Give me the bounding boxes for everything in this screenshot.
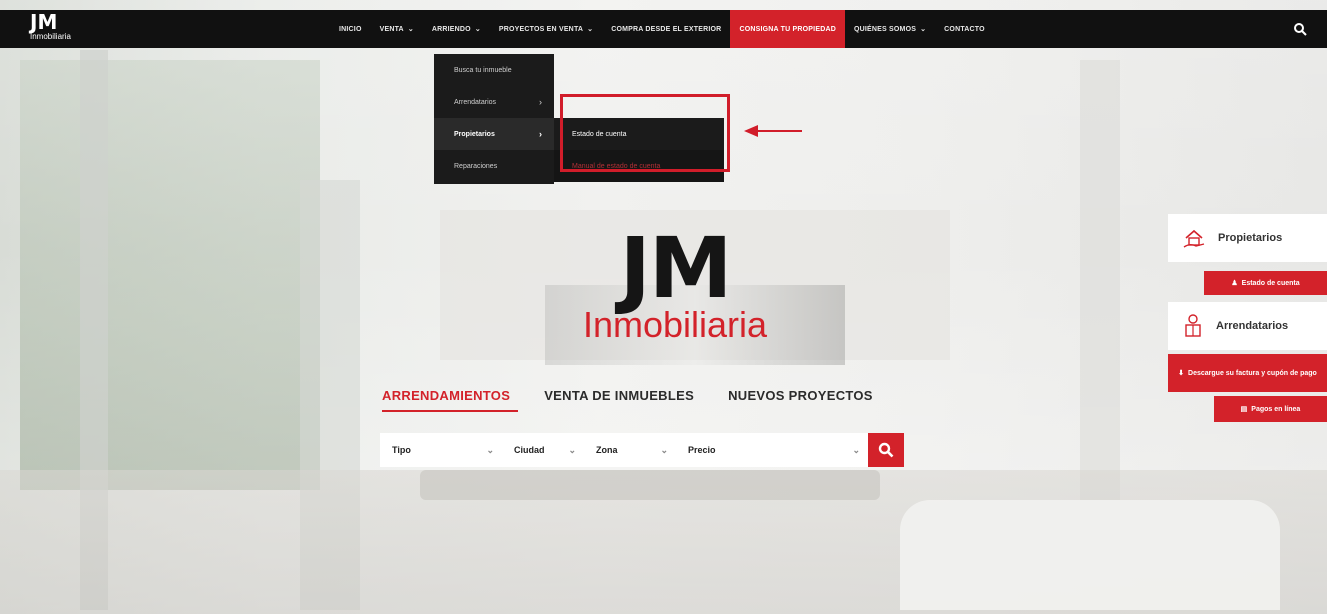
arriendo-dropdown-menu: Busca tu inmueble Arrendatarios › Propiet… — [434, 54, 554, 184]
descargue-factura-button[interactable]: ⬇ Descargue su factura y cupón de pago — [1168, 354, 1327, 392]
dropdown-item-label: Propietarios — [454, 130, 495, 138]
select-label: Tipo — [392, 445, 411, 455]
download-icon: ⬇ — [1178, 369, 1185, 377]
active-tab-underline — [382, 410, 518, 412]
nav-item-venta[interactable]: VENTA ⌄ — [371, 10, 423, 48]
annotation-highlight-box — [560, 94, 730, 172]
top-navbar: JM Inmobiliaria INICIO VENTA ⌄ ARRIENDO ⌄ … — [0, 10, 1327, 48]
arrendatarios-card: Arrendatarios — [1168, 302, 1327, 350]
dropdown-item-arrendatarios[interactable]: Arrendatarios › — [434, 86, 554, 118]
chevron-down-icon: ⌄ — [587, 26, 594, 33]
logo-mark: JM — [30, 10, 58, 34]
dropdown-item-reparaciones[interactable]: Reparaciones — [434, 150, 554, 182]
site-logo[interactable]: JM Inmobiliaria — [30, 12, 90, 46]
quick-access-panel: Propietarios ♟ Estado de cuenta Arrendat… — [1168, 214, 1327, 422]
tab-venta-de-inmuebles[interactable]: VENTA DE INMUEBLES — [544, 388, 694, 403]
dropdown-item-label: Busca tu inmueble — [454, 66, 512, 74]
select-label: Zona — [596, 445, 618, 455]
chevron-down-icon: ⌄ — [486, 444, 494, 455]
chevron-down-icon: ⌄ — [920, 26, 927, 33]
dropdown-item-label: Reparaciones — [454, 162, 498, 170]
nav-item-consigna-tu-propiedad[interactable]: CONSIGNA TU PROPIEDAD — [730, 10, 845, 48]
property-search-bar: Tipo ⌄ Ciudad ⌄ Zona ⌄ Precio ⌄ — [380, 433, 868, 467]
dropdown-item-propietarios[interactable]: Propietarios › — [434, 118, 554, 150]
nav-item-arriendo[interactable]: ARRIENDO ⌄ — [423, 10, 490, 48]
nav-item-label: QUIÉNES SOMOS — [853, 25, 917, 33]
annotation-arrow-icon — [744, 125, 802, 137]
owner-house-icon — [1183, 229, 1205, 248]
hero-column — [1080, 60, 1120, 500]
nav-item-label: VENTA — [379, 25, 404, 33]
search-submit-button[interactable] — [868, 433, 904, 467]
card-icon: ▤ — [1240, 405, 1248, 413]
button-label: Descargue su factura y cupón de pago — [1188, 369, 1317, 377]
hero-sofa — [900, 500, 1280, 610]
estado-de-cuenta-button[interactable]: ♟ Estado de cuenta — [1204, 271, 1327, 295]
nav-item-compra-desde-el-exterior[interactable]: COMPRA DESDE EL EXTERIOR — [602, 10, 730, 48]
chevron-right-icon: › — [539, 97, 542, 107]
nav-item-label: COMPRA DESDE EL EXTERIOR — [611, 25, 722, 33]
chevron-right-icon: › — [539, 129, 542, 139]
hero-logo-mark: JM — [619, 219, 733, 317]
nav-item-quienes-somos[interactable]: QUIÉNES SOMOS ⌄ — [845, 10, 935, 48]
nav-item-inicio[interactable]: INICIO — [330, 10, 371, 48]
precio-select[interactable]: Precio ⌄ — [676, 433, 868, 467]
chevron-down-icon: ⌄ — [660, 444, 668, 455]
nav-item-proyectos-en-venta[interactable]: PROYECTOS EN VENTA ⌄ — [490, 10, 602, 48]
chevron-down-icon: ⌄ — [407, 26, 414, 33]
main-nav: INICIO VENTA ⌄ ARRIENDO ⌄ PROYECTOS EN VEN… — [330, 10, 994, 48]
logo-subtitle: Inmobiliaria — [30, 32, 71, 41]
tab-arrendamientos[interactable]: ARRENDAMIENTOS — [382, 388, 510, 403]
nav-item-label: ARRIENDO — [431, 25, 471, 33]
nav-item-label: CONSIGNA TU PROPIEDAD — [739, 25, 836, 33]
propietarios-title: Propietarios — [1218, 232, 1283, 244]
nav-item-contacto[interactable]: CONTACTO — [935, 10, 994, 48]
tab-nuevos-proyectos[interactable]: NUEVOS PROYECTOS — [728, 388, 873, 403]
zona-select[interactable]: Zona ⌄ — [584, 433, 676, 467]
hero-logo-subtitle: Inmobiliaria — [582, 304, 768, 345]
ciudad-select[interactable]: Ciudad ⌄ — [502, 433, 584, 467]
dropdown-item-label: Arrendatarios — [454, 98, 497, 106]
arrendatarios-title: Arrendatarios — [1216, 320, 1289, 332]
tipo-select[interactable]: Tipo ⌄ — [380, 433, 502, 467]
hero-logo: JM Inmobiliaria — [560, 225, 790, 375]
dropdown-item-busca-tu-inmueble[interactable]: Busca tu inmueble — [434, 54, 554, 86]
search-icon[interactable] — [1293, 22, 1307, 36]
chevron-down-icon: ⌄ — [474, 26, 481, 33]
tenant-person-icon — [1185, 314, 1201, 337]
select-label: Ciudad — [514, 445, 545, 455]
select-label: Precio — [688, 445, 716, 455]
hero-window — [20, 60, 320, 490]
button-label: Estado de cuenta — [1241, 279, 1300, 287]
search-icon — [878, 442, 894, 458]
search-tabs: ARRENDAMIENTOS VENTA DE INMUEBLES NUEVOS… — [382, 388, 907, 403]
nav-item-label: INICIO — [339, 25, 362, 33]
pagos-en-linea-button[interactable]: ▤ Pagos en línea — [1214, 396, 1327, 422]
chevron-down-icon: ⌄ — [852, 444, 860, 455]
propietarios-card: Propietarios — [1168, 214, 1327, 262]
nav-item-label: CONTACTO — [944, 25, 985, 33]
chevron-down-icon: ⌄ — [568, 444, 576, 455]
user-icon: ♟ — [1231, 279, 1238, 287]
button-label: Pagos en línea — [1251, 405, 1301, 413]
nav-item-label: PROYECTOS EN VENTA — [498, 25, 584, 33]
hero-table — [420, 470, 880, 500]
